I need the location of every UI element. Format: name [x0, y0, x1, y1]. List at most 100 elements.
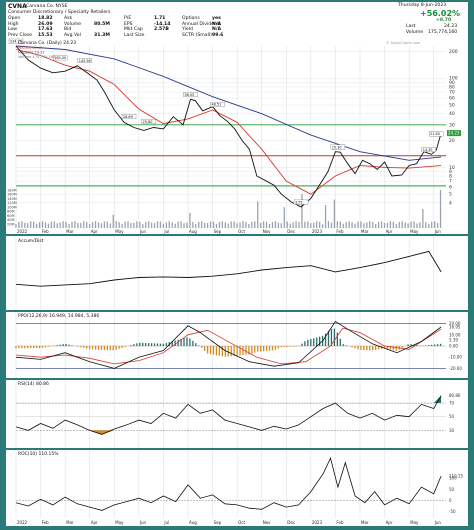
volume-bar — [263, 221, 264, 228]
stat-label: EPS — [124, 22, 133, 27]
y-tick-label: 0.00 — [449, 344, 458, 349]
volume-bar — [98, 222, 99, 228]
x-tick-label: Apr — [386, 229, 393, 234]
stat-label: Last Size — [124, 33, 144, 38]
volume-tick-label: 180M — [7, 189, 17, 193]
volume-bar — [292, 222, 293, 228]
volume-bar — [177, 222, 178, 228]
volume-bar — [39, 222, 40, 228]
roc-chart: 110.15100500-50ROC(10) 110.15%2022FebMar… — [6, 450, 468, 526]
y-tick-label: 30 — [449, 428, 455, 433]
volume-bar — [219, 222, 220, 228]
ppo-histogram-bar — [110, 346, 111, 350]
volume-tick-label: 140M — [7, 197, 17, 201]
panel-title: ROC(10) 110.15% — [18, 451, 59, 457]
ppo-histogram-bar — [207, 346, 208, 354]
chart-frame: { "header": { "ticker": "CVNA", "company… — [0, 0, 474, 528]
ppo-histogram-bar — [92, 346, 93, 349]
volume-bar — [154, 223, 155, 228]
ppo-histogram-bar — [307, 340, 308, 346]
volume-bar — [121, 224, 122, 228]
volume-bar — [54, 221, 55, 228]
price-label: 26.69 — [123, 115, 133, 119]
ppo-histogram-bar — [360, 346, 361, 350]
volume-bar — [284, 207, 285, 228]
stat-label: Mkt Cap — [124, 27, 143, 32]
x-tick-label: Oct — [238, 520, 245, 525]
volume-bar — [21, 221, 22, 228]
rsi-overbought-fill — [16, 396, 441, 404]
x-tick-label: Sep — [214, 520, 222, 525]
volume-bar — [65, 222, 66, 228]
stat-value: N/A — [212, 27, 221, 32]
ppo-histogram-bar — [57, 345, 58, 346]
stat-label: Open — [8, 16, 20, 21]
x-tick-label: Jun — [139, 229, 147, 234]
ppo-histogram-bar — [278, 346, 279, 348]
ppo-histogram-bar — [86, 346, 87, 349]
price-label: 14.35 — [423, 148, 433, 152]
volume-bar — [431, 222, 432, 228]
ppo-histogram-bar — [89, 346, 90, 349]
ppo-histogram-bar — [316, 337, 317, 346]
rsi-panel: 80.86705030RSI(14) 80.86 — [6, 380, 468, 448]
legend-entry: MA(50) 10.47 — [18, 46, 42, 50]
stat-label: Ask — [64, 16, 72, 21]
volume-bar — [251, 222, 252, 228]
volume-bar — [189, 213, 190, 228]
volume-bar — [74, 221, 75, 228]
stat-value: 15.53 — [38, 33, 53, 38]
ppo-histogram-bar — [65, 344, 66, 346]
ppo-histogram-bar — [83, 346, 84, 348]
y-tick-label: 70 — [449, 90, 455, 96]
x-tick-label: Nov — [263, 520, 271, 525]
ppo-histogram-bar — [101, 346, 102, 350]
volume-bar — [231, 221, 232, 228]
volume-bar — [151, 223, 152, 228]
volume-bar — [275, 221, 276, 228]
last-label: Last — [406, 24, 416, 29]
ppo-histogram-bar — [228, 346, 229, 356]
ppo-histogram-bar — [36, 346, 37, 348]
stat-label: Yield — [182, 27, 193, 32]
panel-title: RSI(14) 80.86 — [18, 381, 49, 387]
volume-bar — [257, 201, 258, 228]
volume-bar — [62, 221, 63, 228]
x-tick-label: Dec — [287, 229, 295, 234]
ppo-histogram-bar — [346, 345, 347, 346]
ppo-histogram-bar — [154, 343, 155, 346]
panel-title: PPO(12,26,9) 16.949, 14.984, 5.386 — [18, 313, 99, 319]
volume-bar — [183, 223, 184, 228]
volume-bar — [260, 223, 261, 228]
ppo-histogram-bar — [95, 346, 96, 350]
y-tick-label: 5.39 — [449, 337, 458, 342]
ppo-histogram-bar — [18, 346, 19, 348]
ppo-histogram-bar — [116, 346, 117, 350]
y-tick-label: -10.00 — [449, 355, 462, 360]
stat-label: Options — [182, 16, 200, 21]
volume-bar — [110, 223, 111, 228]
volume-bar — [407, 223, 408, 228]
ppo-histogram-bar — [145, 343, 146, 346]
volume-bar — [328, 221, 329, 228]
y-tick-label: -50 — [449, 509, 456, 514]
x-tick-label: Feb — [42, 229, 50, 234]
volume-bar — [298, 222, 299, 228]
ppo-histogram-bar — [192, 341, 193, 346]
stat-value: 80.5M — [94, 22, 110, 27]
volume-tick-label: 80M — [7, 210, 14, 214]
volume-bar — [180, 221, 181, 228]
y-tick-label: 40 — [449, 111, 455, 117]
ppo-histogram-bar — [437, 344, 438, 346]
ppo-histogram-bar — [77, 346, 78, 347]
ppo-histogram-bar — [354, 346, 355, 348]
volume-bar — [57, 223, 58, 228]
volume-bar — [287, 222, 288, 228]
ppo-histogram-bar — [204, 346, 205, 351]
ppo-histogram-bar — [337, 333, 338, 346]
ppo-histogram-bar — [195, 343, 196, 346]
x-tick-label: Sep — [214, 229, 222, 234]
volume-bar — [210, 221, 211, 228]
x-tick-label: Jul — [163, 229, 169, 234]
ppo-histogram-bar — [39, 346, 40, 348]
